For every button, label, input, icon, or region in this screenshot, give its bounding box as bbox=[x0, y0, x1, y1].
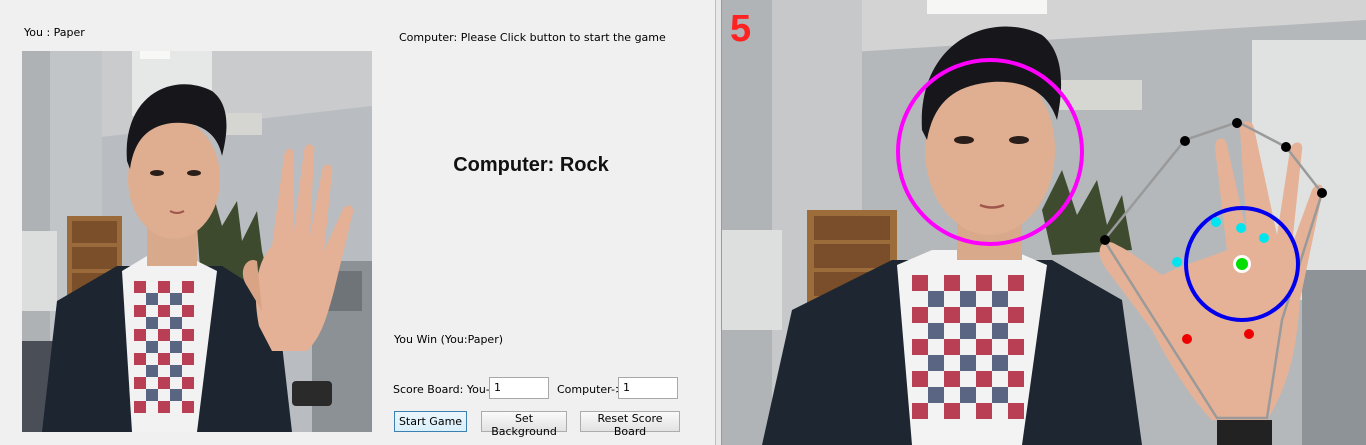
score-you-field[interactable]: 1 bbox=[489, 377, 549, 399]
score-computer-label: Computer-> bbox=[557, 383, 625, 396]
player-webcam-snapshot bbox=[22, 51, 372, 432]
finger-count-label: 5 bbox=[730, 8, 752, 50]
round-result-label: You Win (You:Paper) bbox=[394, 333, 504, 346]
computer-status-label: Computer: Please Click button to start t… bbox=[399, 31, 666, 44]
computer-choice-heading: Computer: Rock bbox=[453, 154, 609, 176]
reset-score-board-button[interactable]: Reset Score Board bbox=[580, 411, 680, 438]
score-computer-field[interactable]: 1 bbox=[618, 377, 678, 399]
live-webcam-feed bbox=[722, 0, 1366, 445]
panel-splitter[interactable] bbox=[715, 0, 722, 445]
score-you-label: Score Board: You-> bbox=[393, 383, 499, 396]
game-panel: You : Paper Computer: Please Click butto… bbox=[0, 0, 715, 445]
you-choice-label: You : Paper bbox=[24, 26, 85, 39]
hand-tracking-view: 5 bbox=[722, 0, 1366, 445]
start-game-button[interactable]: Start Game bbox=[394, 411, 467, 432]
set-background-button[interactable]: Set Background bbox=[481, 411, 567, 438]
